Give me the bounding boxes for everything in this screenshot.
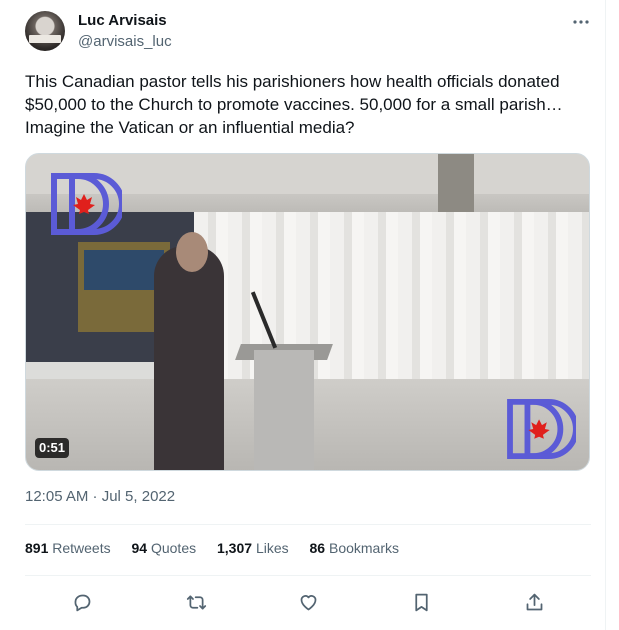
retweets-stat[interactable]: 891 Retweets	[25, 540, 111, 556]
video-frame-podium	[254, 350, 314, 470]
bookmark-icon	[414, 593, 428, 611]
tweet-actions	[25, 588, 591, 616]
likes-label: Likes	[255, 540, 289, 556]
like-icon	[300, 594, 316, 610]
tweet-text: This Canadian pastor tells his parishion…	[25, 72, 563, 137]
more-horizontal-icon	[573, 20, 589, 24]
bookmarks-label: Bookmarks	[328, 540, 400, 556]
channel-logo-icon	[51, 173, 122, 235]
retweet-icon	[186, 595, 206, 609]
video-frame-banner-panel	[84, 250, 164, 290]
divider	[25, 575, 591, 576]
avatar[interactable]	[25, 11, 65, 51]
quotes-count: 94	[131, 540, 148, 556]
share-button[interactable]	[520, 588, 548, 616]
reply-button[interactable]	[68, 588, 96, 616]
retweets-label: Retweets	[52, 540, 111, 556]
video-player[interactable]: 0:51	[25, 153, 590, 471]
bookmark-button[interactable]	[407, 588, 435, 616]
divider	[25, 524, 591, 525]
quotes-label: Quotes	[150, 540, 197, 556]
video-frame-speaker-head	[176, 232, 208, 272]
video-duration-badge: 0:51	[35, 438, 70, 458]
more-options-button[interactable]	[571, 12, 591, 32]
likes-stat[interactable]: 1,307 Likes	[217, 540, 289, 556]
bookmarks-count: 86	[309, 540, 326, 556]
tweet-header: Luc Arvisais @arvisais_luc	[25, 10, 595, 54]
reply-icon	[74, 594, 90, 611]
quotes-stat[interactable]: 94 Quotes	[132, 540, 197, 556]
like-button[interactable]	[294, 588, 322, 616]
author-name[interactable]: Luc Arvisais	[78, 12, 167, 29]
tweet-timestamp[interactable]: 12:05 AM · Jul 5, 2022	[25, 488, 175, 505]
tweet-stats: 891 Retweets 94 Quotes 1,307 Likes 86 Bo…	[25, 540, 416, 560]
channel-watermark-icon	[507, 398, 576, 460]
retweet-button[interactable]	[182, 588, 210, 616]
retweets-count: 891	[25, 540, 49, 556]
author-handle[interactable]: @arvisais_luc	[78, 33, 172, 50]
video-frame-speaker	[154, 246, 224, 470]
tweet-card: Luc Arvisais @arvisais_luc This Canadian…	[0, 0, 606, 630]
bookmarks-stat[interactable]: 86 Bookmarks	[310, 540, 400, 556]
likes-count: 1,307	[217, 540, 253, 556]
share-icon	[526, 593, 542, 610]
